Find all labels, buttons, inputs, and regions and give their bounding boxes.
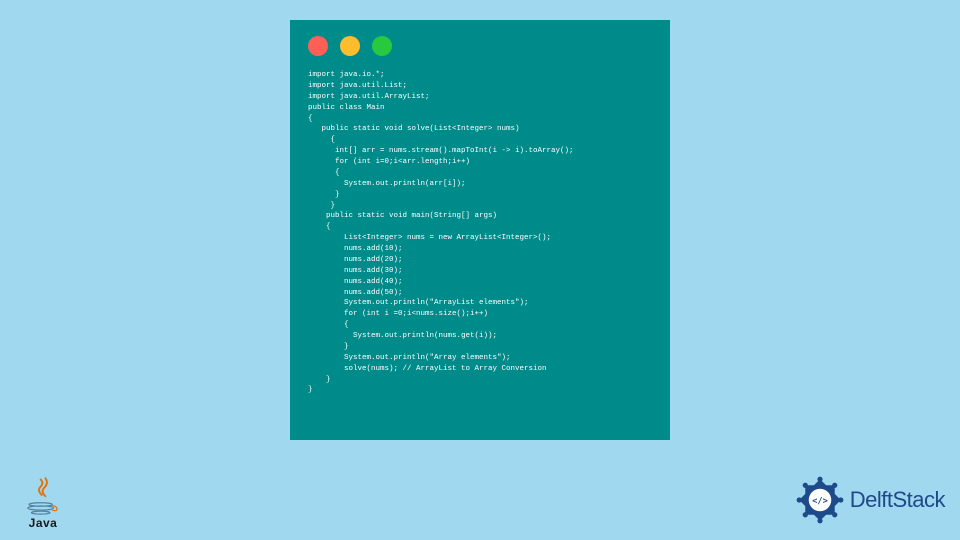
svg-text:</>: </> [812, 496, 828, 506]
maximize-dot-icon[interactable] [372, 36, 392, 56]
java-logo-text: Java [29, 516, 58, 530]
close-dot-icon[interactable] [308, 36, 328, 56]
code-content: import java.io.*; import java.util.List;… [308, 70, 652, 396]
delft-stack-text: DelftStack [850, 487, 945, 513]
java-steam-icon [31, 477, 55, 501]
window-title-bar [308, 36, 652, 56]
delft-stack-icon: </> [794, 474, 846, 526]
java-cup-icon [25, 501, 61, 515]
java-logo: Java [18, 477, 68, 530]
delft-stack-logo: </> DelftStack [794, 474, 945, 526]
code-window: import java.io.*; import java.util.List;… [290, 20, 670, 440]
minimize-dot-icon[interactable] [340, 36, 360, 56]
